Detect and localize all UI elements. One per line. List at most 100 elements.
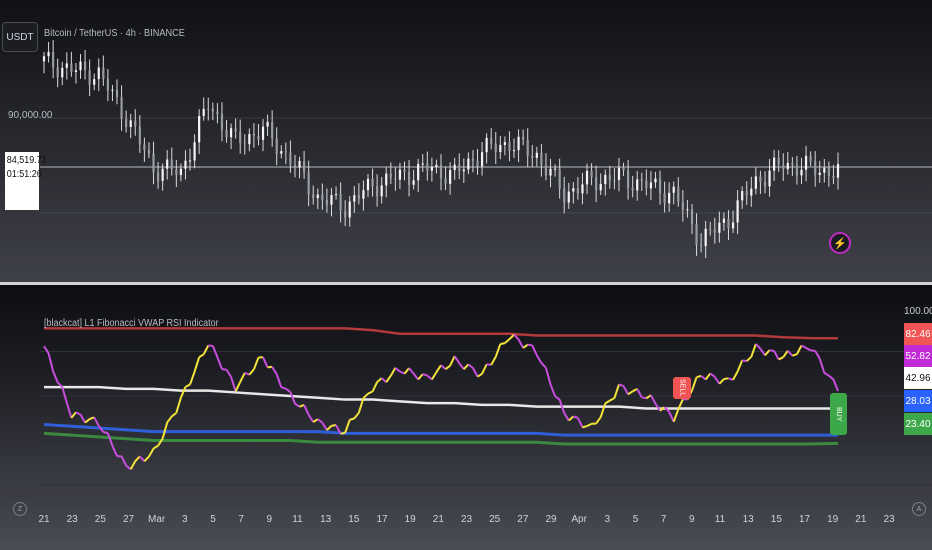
time-tick-label: 9 — [689, 514, 695, 525]
time-tick-label: 5 — [210, 514, 216, 525]
rsi-segment — [453, 355, 461, 364]
candle-body — [581, 184, 584, 194]
rsi-segment — [549, 384, 557, 397]
sell-signal: SELL — [673, 377, 691, 399]
rsi-segment — [376, 377, 383, 383]
candle-body — [681, 202, 684, 210]
rsi-segment — [500, 342, 506, 346]
time-tick-label: Mar — [148, 514, 166, 525]
candle-body — [718, 222, 721, 233]
candle-body — [777, 157, 780, 165]
candle-body — [736, 200, 739, 223]
rsi-segment — [412, 372, 419, 381]
candle-body — [426, 163, 429, 171]
candle-body — [613, 180, 616, 182]
candle-body — [316, 194, 319, 199]
rsi-segment — [718, 378, 725, 385]
candle-body — [768, 170, 771, 187]
time-tick-label: 11 — [714, 514, 726, 525]
candle-body — [626, 170, 630, 188]
rsi-segment — [573, 415, 579, 419]
time-tick-label: 19 — [827, 514, 839, 525]
candle-body — [604, 174, 607, 185]
candle-body — [312, 194, 315, 199]
candle-body — [631, 187, 634, 191]
rsi-segment — [202, 345, 210, 355]
rsi-segment — [106, 432, 114, 447]
rsi-segment — [504, 338, 511, 344]
candle-body — [303, 161, 306, 173]
candle-body — [467, 158, 470, 170]
candle-body — [636, 179, 639, 191]
candle-body — [61, 67, 64, 78]
candle-body — [832, 175, 835, 178]
candle-body — [727, 218, 730, 229]
candle-body — [458, 164, 461, 172]
rsi-segment — [823, 372, 830, 377]
last-price-label: 84,519.71 01:51:26 — [5, 152, 47, 210]
rsi-segment — [544, 367, 552, 385]
candle-body — [786, 162, 789, 170]
candle-body — [97, 67, 100, 80]
rsi-segment — [704, 372, 712, 381]
currency-button[interactable]: USDT — [2, 22, 38, 52]
candle-body — [567, 191, 570, 203]
series-fib-mid — [44, 385, 839, 410]
candle-body — [412, 180, 415, 185]
indicator-title[interactable]: [blackcat] L1 Fibonacci VWAP RSI Indicat… — [44, 318, 219, 329]
time-tick-label: 3 — [604, 514, 611, 525]
candle-body — [179, 168, 182, 176]
rsi-segment — [476, 372, 483, 378]
rsi-segment — [111, 445, 118, 457]
candle-body — [52, 51, 55, 68]
rsi-segment — [444, 364, 451, 370]
right-nav-icon[interactable]: A — [912, 502, 926, 516]
time-tick-label: 29 — [545, 514, 557, 525]
candle-body — [800, 169, 803, 176]
rsi-segment — [349, 417, 355, 421]
rsi-segment — [93, 416, 100, 427]
candle-body — [79, 61, 82, 71]
candle-body — [444, 178, 447, 184]
indicator-pane[interactable] — [0, 285, 932, 492]
indicator-value-badge: 23.40 — [904, 413, 932, 435]
symbol-title[interactable]: Bitcoin / TetherUS · 4h · BINANCE — [44, 28, 185, 39]
candle-body — [376, 186, 379, 197]
rsi-segment — [517, 338, 525, 349]
candle-body — [558, 168, 561, 189]
rsi-segment — [773, 350, 780, 360]
candle-body — [239, 131, 242, 144]
candle-body — [823, 167, 826, 173]
rsi-segment — [527, 343, 533, 347]
candle-body — [599, 184, 602, 191]
candle-body — [677, 186, 680, 203]
rsi-segment — [371, 381, 379, 392]
price-chart-svg — [40, 40, 932, 259]
lightning-icon[interactable]: ⚡ — [829, 232, 851, 254]
left-nav-icon[interactable]: Z — [13, 502, 27, 516]
rsi-segment — [440, 364, 447, 370]
candle-body — [471, 158, 475, 161]
candle-body — [741, 191, 744, 201]
rsi-segment — [234, 381, 242, 392]
candle-body — [654, 178, 657, 183]
candle-body — [668, 192, 671, 204]
rsi-segment — [65, 402, 73, 419]
rsi-segment — [321, 422, 328, 431]
rsi-segment — [494, 343, 502, 358]
candle-body — [389, 173, 392, 179]
candle-body — [161, 168, 164, 181]
candle-body — [430, 167, 433, 171]
series-fib-high — [44, 327, 839, 340]
price-pane[interactable]: USDT Bitcoin / TetherUS · 4h · BINANCE 9… — [0, 0, 932, 282]
rsi-segment — [239, 372, 246, 383]
rsi-segment — [61, 386, 68, 404]
candle-body — [818, 172, 821, 175]
candle-body — [745, 191, 748, 196]
candle-body — [220, 114, 224, 131]
rsi-segment — [814, 350, 821, 360]
candle-body — [307, 172, 310, 195]
rsi-segment — [189, 371, 196, 385]
candle-body — [608, 174, 611, 181]
candle-body — [485, 137, 488, 153]
